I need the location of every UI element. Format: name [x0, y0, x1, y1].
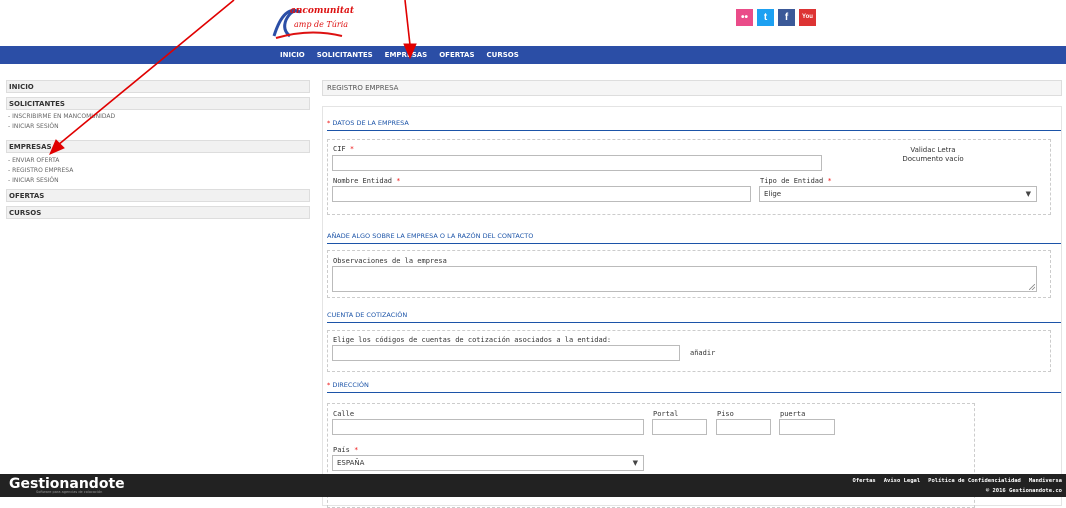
mancomunitat-logo[interactable]: ancomunitat amp de Túria: [270, 2, 360, 42]
puerta-input[interactable]: [779, 419, 835, 435]
chevron-down-icon: ▼: [1025, 190, 1031, 198]
sidebar-link-inscribirme[interactable]: - INSCRIBIRME EN MANCOMUNIDAD: [6, 112, 310, 122]
tipo-label: Tipo de Entidad *: [760, 177, 832, 185]
section-title: DIRECCIÓN: [332, 381, 369, 389]
sidebar-link-enviar-oferta[interactable]: - ENVIAR OFERTA: [6, 156, 310, 166]
footer-link-aviso-legal[interactable]: Aviso Legal: [884, 478, 920, 484]
main-content: REGISTRO EMPRESA * DATOS DE LA EMPRESA C…: [322, 80, 1062, 508]
piso-input[interactable]: [716, 419, 771, 435]
section-title: AÑADE ALGO SOBRE LA EMPRESA O LA RAZÓN D…: [327, 232, 534, 240]
required-marker: *: [327, 119, 331, 127]
nav-inicio[interactable]: INICIO: [280, 46, 305, 64]
logo-text-line1: ancomunitat: [290, 6, 355, 16]
nombre-label: Nombre Entidad *: [333, 177, 401, 185]
sidebar-link-iniciar-sesion-empresas[interactable]: - INICIAR SESIÓN: [6, 176, 310, 186]
copyright: © 2016 Gestionandote.co: [985, 488, 1062, 494]
nav-solicitantes[interactable]: SOLICITANTES: [317, 46, 373, 64]
pais-selected-value: ESPAÑA: [337, 459, 365, 467]
sidebar-link-iniciar-sesion-solicitantes[interactable]: - INICIAR SESIÓN: [6, 122, 310, 132]
section-datos-empresa: * DATOS DE LA EMPRESA: [327, 117, 1061, 131]
sidebar-item-empresas[interactable]: EMPRESAS: [6, 140, 310, 153]
nav-cursos[interactable]: CURSOS: [487, 46, 519, 64]
tipo-selected-value: Elige: [764, 190, 782, 198]
footer-links: Ofertas Aviso Legal Política de Confiden…: [853, 478, 1062, 484]
logo-text-line2: amp de Túria: [294, 20, 349, 29]
facebook-icon[interactable]: f: [778, 9, 795, 26]
section-anade: AÑADE ALGO SOBRE LA EMPRESA O LA RAZÓN D…: [327, 230, 1061, 244]
documento-vacio: Documento vacío: [902, 155, 964, 163]
cif-label: CIF *: [333, 145, 355, 153]
social-links: •• t f You: [736, 9, 816, 26]
sidebar: INICIO SOLICITANTES - INSCRIBIRME EN MAN…: [6, 80, 310, 219]
pais-select[interactable]: ESPAÑA ▼: [332, 455, 644, 471]
tipo-entidad-select[interactable]: Elige ▼: [759, 186, 1037, 202]
sidebar-item-inicio[interactable]: INICIO: [6, 80, 310, 93]
section-title: DATOS DE LA EMPRESA: [332, 119, 409, 127]
validac-letra: Validac Letra: [910, 146, 956, 154]
calle-label: Calle: [333, 410, 355, 418]
cuenta-input[interactable]: [332, 345, 680, 361]
puerta-label: puerta: [780, 410, 806, 418]
chevron-down-icon: ▼: [632, 459, 638, 467]
registration-form: * DATOS DE LA EMPRESA CIF * Validac Letr…: [322, 106, 1062, 508]
sidebar-item-ofertas[interactable]: OFERTAS: [6, 189, 310, 202]
sidebar-item-cursos[interactable]: CURSOS: [6, 206, 310, 219]
anadir-link[interactable]: añadir: [690, 349, 715, 357]
calle-input[interactable]: [332, 419, 644, 435]
portal-input[interactable]: [652, 419, 707, 435]
youtube-icon[interactable]: You: [799, 9, 816, 26]
required-marker: *: [327, 381, 331, 389]
section-direccion: * DIRECCIÓN: [327, 379, 1061, 393]
nav-ofertas[interactable]: OFERTAS: [439, 46, 474, 64]
observaciones-textarea[interactable]: [332, 266, 1037, 292]
nav-empresas[interactable]: EMPRESAS: [385, 46, 428, 64]
main-navbar: INICIO SOLICITANTES EMPRESAS OFERTAS CUR…: [0, 46, 1066, 64]
pais-label: País *: [333, 446, 359, 454]
page-title: REGISTRO EMPRESA: [322, 80, 1062, 96]
flickr-icon[interactable]: ••: [736, 9, 753, 26]
footer-link-politica[interactable]: Política de Confidencialidad: [928, 478, 1021, 484]
sidebar-link-registro-empresa[interactable]: - REGISTRO EMPRESA: [6, 166, 310, 176]
sidebar-item-solicitantes[interactable]: SOLICITANTES: [6, 97, 310, 110]
nombre-input[interactable]: [332, 186, 751, 202]
footer-link-mandiversa[interactable]: Mandiversa: [1029, 478, 1062, 484]
portal-label: Portal: [653, 410, 679, 418]
resize-handle-icon[interactable]: [1029, 284, 1035, 290]
site-footer: Gestionandote Software para agencias de …: [0, 474, 1066, 497]
section-cuenta: CUENTA DE COTIZACIÓN: [327, 309, 1061, 323]
section-title: CUENTA DE COTIZACIÓN: [327, 311, 408, 319]
cuenta-label: Elige los códigos de cuentas de cotizaci…: [333, 336, 612, 344]
twitter-icon[interactable]: t: [757, 9, 774, 26]
cif-input[interactable]: [332, 155, 822, 171]
footer-link-ofertas[interactable]: Ofertas: [853, 478, 876, 484]
observaciones-label: Observaciones de la empresa: [333, 257, 447, 265]
brand-tagline: Software para agencias de colocación: [36, 490, 103, 494]
site-header: ancomunitat amp de Túria •• t f You: [0, 0, 1066, 46]
piso-label: Piso: [717, 410, 734, 418]
